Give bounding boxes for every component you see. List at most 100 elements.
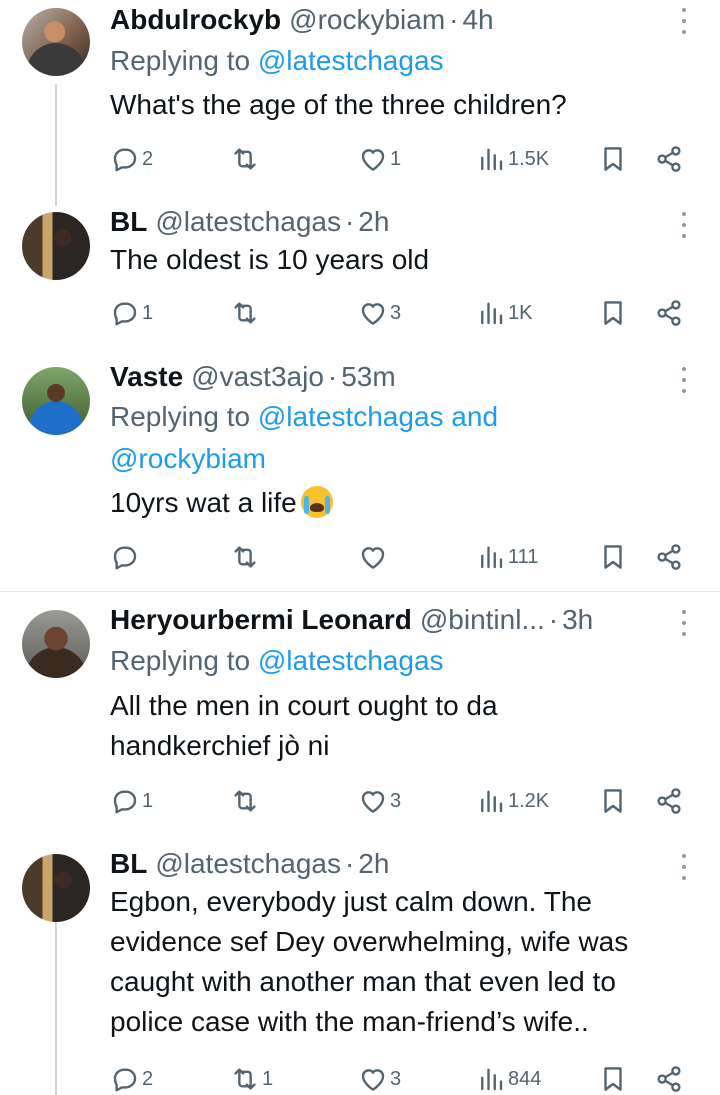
mention-conjunction[interactable]: and [451,401,498,432]
action-bar: 1 3 1.2K [110,784,690,818]
timestamp[interactable]: 3h [562,604,593,636]
reply-button[interactable]: 2 [110,1062,153,1095]
share-button[interactable] [654,784,684,818]
views-icon [481,302,503,325]
display-name[interactable]: Abdulrockyb [110,4,281,36]
bookmark-icon [604,1067,622,1091]
reply-button[interactable]: 1 [110,296,153,330]
share-button[interactable] [654,296,684,330]
user-handle[interactable]: @latestchagas [155,848,341,880]
user-handle[interactable]: @bintinl... [420,604,545,636]
tweet-text: All the men in court ought to da handker… [110,686,696,766]
views-button[interactable]: 111 [476,540,538,574]
views-button[interactable]: 1K [476,296,532,330]
avatar[interactable] [22,610,90,678]
timestamp[interactable]: 4h [462,4,493,36]
tweet-header: BL @latestchagas · 2h [110,202,690,242]
user-handle[interactable]: @rockybiam [289,4,445,36]
more-icon[interactable] [678,367,690,393]
bookmark-button[interactable] [598,142,628,176]
tweet[interactable]: BL @latestchagas · 2h The oldest is 10 y… [0,200,720,344]
avatar[interactable] [22,8,90,76]
like-button[interactable] [358,540,390,574]
separator: · [344,206,355,237]
more-icon[interactable] [678,854,690,880]
like-count: 1 [390,147,402,170]
like-button[interactable]: 1 [358,142,401,176]
views-button[interactable]: 1.5K [476,142,549,176]
tweet-text-line: handkerchief jò ni [110,730,330,761]
bookmark-icon [604,789,622,813]
bookmark-button[interactable] [598,296,628,330]
reply-button[interactable]: 2 [110,142,153,176]
like-button[interactable]: 3 [358,1062,401,1095]
reply-count: 2 [142,1067,154,1090]
retweet-icon [234,1068,256,1090]
tweet[interactable]: Heryourbermi Leonard @bintinl... · 3h Re… [0,598,720,838]
divider [0,591,720,592]
tweet-text-line: Egbon, everybody just calm down. The [110,886,592,917]
tweet[interactable]: BL @latestchagas · 2h Egbon, everybody j… [0,842,720,1095]
reply-button[interactable] [110,540,142,574]
bookmark-button[interactable] [598,540,628,574]
action-bar: 111 [110,540,690,574]
view-count: 1.5K [508,147,550,170]
display-name[interactable]: Heryourbermi Leonard [110,604,412,636]
bookmark-button[interactable] [598,1062,628,1095]
reply-icon [113,1068,137,1092]
action-bar: 1 3 1K [110,296,690,330]
retweet-count: 1 [262,1067,274,1090]
reply-button[interactable]: 1 [110,784,153,818]
more-icon[interactable] [678,8,690,34]
mention-link[interactable]: @latestchagas [258,645,444,676]
tweet-text-line: 10yrs wat a life [110,487,297,518]
retweet-icon [234,148,256,170]
share-button[interactable] [654,142,684,176]
retweet-button[interactable] [230,296,262,330]
retweet-button[interactable]: 1 [230,1062,273,1095]
retweet-button[interactable] [230,540,262,574]
avatar[interactable] [22,212,90,280]
views-button[interactable]: 844 [476,1062,541,1095]
share-button[interactable] [654,540,684,574]
share-button[interactable] [654,1062,684,1095]
retweet-icon [234,302,256,324]
avatar[interactable] [22,367,90,435]
tweet[interactable]: Abdulrockyb @rockybiam · 4h Replying to … [0,0,720,200]
tweet-text-line: All the men in court ought to da [110,690,498,721]
retweet-button[interactable] [230,142,262,176]
tweet-text-line: The oldest is 10 years old [110,244,430,275]
display-name[interactable]: Vaste [110,361,183,393]
tweet-text-line: police case with the man-friend’s wife.. [110,1006,589,1037]
more-icon[interactable] [678,212,690,238]
views-button[interactable]: 1.2K [476,784,549,818]
timestamp[interactable]: 2h [358,848,389,880]
display-name[interactable]: BL [110,848,147,880]
action-bar: 2 1 1.5K [110,142,690,176]
bookmark-button[interactable] [598,784,628,818]
view-count: 1K [508,301,533,324]
timestamp[interactable]: 53m [341,361,395,393]
like-button[interactable]: 3 [358,784,401,818]
reply-count: 1 [142,789,154,812]
tweet-header: BL @latestchagas · 2h [110,844,690,884]
avatar[interactable] [22,854,90,922]
reply-icon [113,302,137,326]
bookmark-icon [604,545,622,569]
tweet[interactable]: Vaste @vast3ajo · 53m Replying to @lates… [0,355,720,590]
views-icon [481,546,503,569]
more-icon[interactable] [678,610,690,636]
user-handle[interactable]: @latestchagas [155,206,341,238]
user-handle[interactable]: @vast3ajo [191,361,324,393]
display-name[interactable]: BL [110,206,147,238]
like-count: 3 [390,1067,402,1090]
mention-link[interactable]: @latestchagas [258,45,444,76]
mention-link[interactable]: @latestchagas [258,401,444,432]
like-button[interactable]: 3 [358,296,401,330]
mention-link[interactable]: @rockybiam [110,443,266,474]
timestamp[interactable]: 2h [358,206,389,238]
reply-icon [113,546,137,570]
retweet-button[interactable] [230,784,262,818]
replying-to: Replying to @latestchagas [110,40,690,82]
views-icon [481,148,503,171]
